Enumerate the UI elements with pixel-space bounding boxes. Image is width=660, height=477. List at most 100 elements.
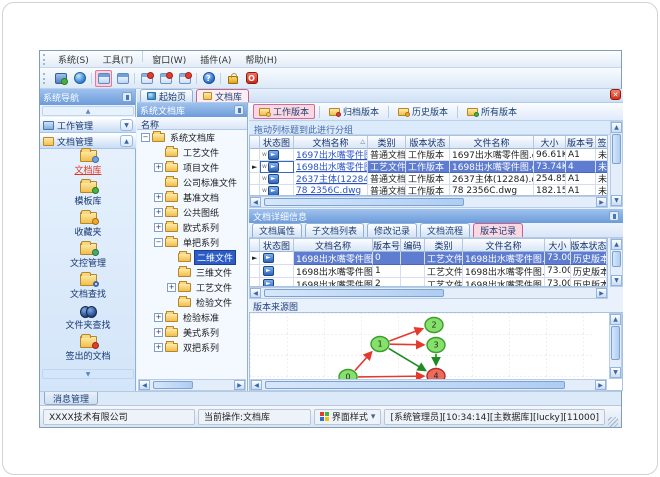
column-header-文件名称[interactable]: 文件名称 (463, 239, 545, 252)
column-header-版本状态[interactable]: 版本状态 (406, 136, 450, 149)
ui-style-button[interactable]: 界面样式 ▾ (313, 408, 382, 425)
scroll-arrow-icon[interactable]: ▼ (611, 275, 622, 286)
version-node-2[interactable]: 2 (424, 316, 444, 334)
button-工作版本[interactable]: 工作版本 (253, 104, 316, 119)
tree-node-工艺文件[interactable]: + 工艺文件 (137, 280, 247, 295)
tab-版本记录[interactable]: 版本记录 (473, 223, 524, 237)
tree-node-三维文件[interactable]: 三维文件 (137, 265, 247, 280)
scroll-arrow-icon[interactable]: ▶ (595, 380, 606, 390)
table-row[interactable]: 1698出水嘴零件图.dwg2工艺文件1698出水嘴零件图.dwg73.00KB… (250, 278, 607, 286)
sidebar-item-文件夹查找[interactable]: 文件夹查找 (40, 302, 136, 333)
upper-table-vertical-scrollbar[interactable]: ▲ ▼ (610, 121, 623, 207)
scroll-arrow-icon[interactable]: ▲ (611, 239, 622, 250)
window-grid-icon-button[interactable] (114, 70, 131, 87)
scroll-thumb[interactable] (612, 134, 621, 164)
tree-node-美式系列[interactable]: + 美式系列 (137, 325, 247, 340)
tree-node-系统文档库[interactable]: − 系统文档库 (137, 130, 247, 145)
collapse-icon[interactable]: − (154, 238, 163, 247)
scroll-thumb[interactable] (611, 326, 620, 360)
tree-node-检验文件[interactable]: 检验文件 (137, 295, 247, 310)
resize-grip[interactable] (608, 417, 618, 427)
table-row[interactable]: ►w1698出水嘴零件图.dwg工艺文件工作版本1698出水嘴零件图.dwg73… (250, 161, 607, 173)
sidebar-item-文档库[interactable]: 文档库 (40, 147, 136, 178)
close-icon[interactable]: ✕ (610, 89, 621, 100)
button-历史版本[interactable]: 历史版本 (393, 104, 453, 119)
column-header-状态图[interactable]: 状态图 (260, 239, 294, 252)
chevron-icon[interactable]: ▼ (120, 119, 133, 131)
column-header-版本号[interactable]: 版本号 (373, 239, 401, 252)
tab-起始页[interactable]: 起始页 (140, 89, 194, 103)
pin-icon[interactable] (122, 92, 132, 102)
scroll-thumb[interactable] (612, 251, 621, 267)
tab-子文档列表[interactable]: 子文档列表 (305, 223, 365, 237)
column-header-类别[interactable]: 类别 (425, 239, 463, 252)
scroll-arrow-icon[interactable]: ▼ (611, 195, 622, 206)
upper-table-horizontal-scrollbar[interactable]: ◀ ▶ (249, 196, 608, 208)
sidebar-item-模板库[interactable]: 模板库 (40, 178, 136, 209)
version-node-1[interactable]: 1 (370, 335, 390, 353)
scroll-thumb[interactable] (265, 381, 565, 389)
help-icon-button[interactable]: ? (200, 70, 217, 87)
scroll-arrow-icon[interactable]: ◀ (251, 380, 262, 390)
document-link[interactable]: 2637主体(12284).dwg (296, 173, 367, 184)
column-header-大小[interactable]: 大小 (545, 239, 571, 252)
tab-修改记录[interactable]: 修改记录 (367, 223, 418, 237)
document-link[interactable]: 1697出水嘴零件图.dwg (296, 149, 367, 160)
column-header-签出状态[interactable]: 签出状态 (596, 136, 607, 149)
table-row[interactable]: 1698出水嘴零件图.dwg1工艺文件1698出水嘴零件图.dwg73.00KB… (250, 265, 607, 278)
scroll-thumb[interactable] (264, 289, 444, 297)
tree-node-公司标准文件[interactable]: 公司标准文件 (137, 175, 247, 190)
graph-horizontal-scrollbar[interactable]: ◀ ▶ (250, 379, 607, 391)
sidebar-scroll-down-button[interactable]: ▼ (42, 369, 134, 379)
sidebar-item-文档查找[interactable]: 文档查找 (40, 271, 136, 302)
pin-icon[interactable] (609, 211, 619, 221)
tree-column-header[interactable]: 名称 (137, 117, 247, 131)
scroll-arrow-icon[interactable]: ◀ (250, 288, 261, 298)
version-node-0[interactable]: 0 (338, 368, 358, 380)
lock-icon-button[interactable] (224, 70, 241, 87)
column-header-文件名称[interactable]: 文件名称 (450, 136, 534, 149)
exit-icon-button[interactable]: O (243, 70, 260, 87)
sidebar-item-文控管理[interactable]: 文控管理 (40, 240, 136, 271)
table-row[interactable]: w 78 2356C.dwg 普通文档工作版本 78 2356C.dwg 182.15K… (250, 185, 607, 196)
button-所有版本[interactable]: 所有版本 (462, 104, 522, 119)
column-header-状态图[interactable]: 状态图 (260, 136, 294, 149)
graph-vertical-scrollbar[interactable]: ▲ ▼ (609, 313, 622, 379)
close-document-icon-button[interactable] (138, 70, 155, 87)
tab-message-management[interactable]: 消息管理 (44, 392, 99, 405)
toolbar-drag-grip[interactable] (43, 72, 48, 84)
scroll-arrow-icon[interactable]: ▼ (610, 367, 621, 378)
version-node-4[interactable]: 4 (426, 367, 446, 380)
document-link[interactable]: 78 2356C.dwg (296, 186, 361, 196)
table-row[interactable]: w2637主体(12284).dwg普通文档工作版本2637主体(12284).… (250, 173, 607, 185)
column-header-文档名称[interactable]: 文档名称 △ (294, 136, 368, 149)
document-badge-icon-button[interactable] (176, 70, 193, 87)
column-header-类别[interactable]: 类别 (368, 136, 406, 149)
lower-table-horizontal-scrollbar[interactable]: ◀ ▶ (249, 287, 608, 299)
close-all-documents-icon-button[interactable] (157, 70, 174, 87)
tree-node-二维文件[interactable]: 二维文件 (137, 250, 247, 265)
column-header-大小[interactable]: 大小 (534, 136, 566, 149)
tree-node-欧式系列[interactable]: + 欧式系列 (137, 220, 247, 235)
tab-文档流程[interactable]: 文档流程 (420, 223, 471, 237)
expand-icon[interactable]: + (167, 283, 176, 292)
sidebar-item-收藏夹[interactable]: 收藏夹 (40, 209, 136, 240)
scroll-arrow-icon[interactable]: ▶ (234, 380, 245, 390)
menu-item-2[interactable]: 工具(T) (96, 51, 141, 68)
tree-node-项目文件[interactable]: + 项目文件 (137, 160, 247, 175)
scroll-arrow-icon[interactable]: ▲ (610, 314, 621, 325)
tree-node-基准文档[interactable]: + 基准文档 (137, 190, 247, 205)
scroll-arrow-icon[interactable]: ◀ (139, 380, 150, 390)
expand-icon[interactable]: + (154, 208, 163, 217)
pin-icon[interactable] (234, 105, 244, 115)
table-row[interactable]: w1697出水嘴零件图.dwg普通文档工作版本1697出水嘴零件图.dwg96.… (250, 149, 607, 161)
scroll-arrow-icon[interactable]: ▲ (611, 122, 622, 133)
scroll-arrow-icon[interactable]: ◀ (250, 197, 261, 207)
document-link[interactable]: 1698出水嘴零件图.dwg (296, 161, 367, 172)
button-归档版本[interactable]: 归档版本 (324, 104, 384, 119)
collapse-icon[interactable]: − (141, 133, 150, 142)
menu-item-1[interactable]: 系统(S) (51, 51, 96, 68)
tree-node-公共图纸[interactable]: + 公共图纸 (137, 205, 247, 220)
table-row[interactable]: ►1698出水嘴零件图.dwg0工艺文件1698出水嘴零件图.dwg73.00K… (250, 252, 607, 265)
menu-item-5[interactable]: 帮助(H) (238, 51, 284, 68)
